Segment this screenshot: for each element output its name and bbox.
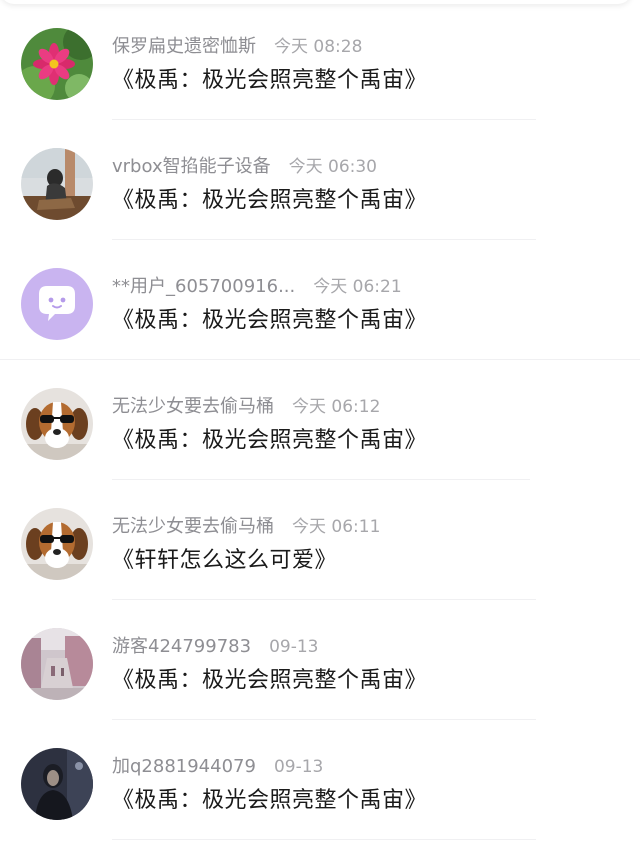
- comment-item[interactable]: 加q2881944079 09-13 《极禹：极光会照亮整个禹宙》: [0, 720, 640, 840]
- username[interactable]: 保罗扁史遗密恤斯: [112, 35, 256, 59]
- comment-item[interactable]: **用户_605700916... 今天 06:21 《极禹：极光会照亮整个禹宙》: [0, 240, 640, 360]
- comment-meta: 保罗扁史遗密恤斯 今天 08:28: [112, 35, 362, 59]
- comment-text[interactable]: 《极禹：极光会照亮整个禹宙》: [112, 666, 427, 696]
- comment-item[interactable]: 游客424799783 09-13 《极禹：极光会照亮整个禹宙》: [0, 600, 640, 720]
- comment-meta: 游客424799783 09-13: [112, 635, 318, 659]
- username[interactable]: 加q2881944079: [112, 755, 256, 779]
- comment-meta: 无法少女要去偷马桶 今天 06:12: [112, 395, 380, 419]
- timestamp: 09-13: [273, 757, 324, 777]
- beagle-sunglasses-avatar[interactable]: [21, 508, 93, 580]
- flower-photo-avatar[interactable]: [21, 28, 93, 100]
- beagle-sunglasses-avatar[interactable]: [21, 388, 93, 460]
- timestamp: 今天 08:28: [274, 37, 363, 57]
- comment-meta: 无法少女要去偷马桶 今天 06:11: [112, 515, 380, 539]
- comment-text[interactable]: 《轩轩怎么这么可爱》: [112, 546, 337, 576]
- comment-meta: **用户_605700916... 今天 06:21: [112, 275, 402, 299]
- person-sitting-photo-avatar[interactable]: [21, 148, 93, 220]
- timestamp: 今天 06:21: [313, 277, 402, 297]
- comment-text[interactable]: 《极禹：极光会照亮整个禹宙》: [112, 786, 427, 816]
- comment-meta: 加q2881944079 09-13: [112, 755, 323, 779]
- timestamp: 09-13: [269, 637, 319, 657]
- username[interactable]: 无法少女要去偷马桶: [112, 515, 274, 539]
- username[interactable]: vrbox智掐能子设备: [112, 155, 271, 179]
- chat-bubble-default-avatar[interactable]: [21, 268, 93, 340]
- username[interactable]: 无法少女要去偷马桶: [112, 395, 274, 419]
- comment-text[interactable]: 《极禹：极光会照亮整个禹宙》: [112, 306, 427, 336]
- street-scene-photo-avatar[interactable]: [21, 628, 93, 700]
- timestamp: 今天 06:30: [288, 157, 377, 177]
- comment-text[interactable]: 《极禹：极光会照亮整个禹宙》: [112, 426, 427, 456]
- comment-item[interactable]: vrbox智掐能子设备 今天 06:30 《极禹：极光会照亮整个禹宙》: [0, 120, 640, 240]
- divider: [112, 839, 536, 840]
- comment-text[interactable]: 《极禹：极光会照亮整个禹宙》: [112, 186, 427, 216]
- comment-text[interactable]: 《极禹：极光会照亮整个禹宙》: [112, 66, 427, 96]
- comment-item[interactable]: 保罗扁史遗密恤斯 今天 08:28 《极禹：极光会照亮整个禹宙》: [0, 0, 640, 120]
- username[interactable]: **用户_605700916...: [112, 275, 295, 299]
- timestamp: 今天 06:12: [292, 397, 381, 417]
- comment-item[interactable]: 无法少女要去偷马桶 今天 06:11 《轩轩怎么这么可爱》: [0, 480, 640, 600]
- timestamp: 今天 06:11: [292, 517, 381, 537]
- dark-portrait-photo-avatar[interactable]: [21, 748, 93, 820]
- comment-item[interactable]: 无法少女要去偷马桶 今天 06:12 《极禹：极光会照亮整个禹宙》: [0, 360, 640, 480]
- username[interactable]: 游客424799783: [112, 635, 251, 659]
- comment-meta: vrbox智掐能子设备 今天 06:30: [112, 155, 377, 179]
